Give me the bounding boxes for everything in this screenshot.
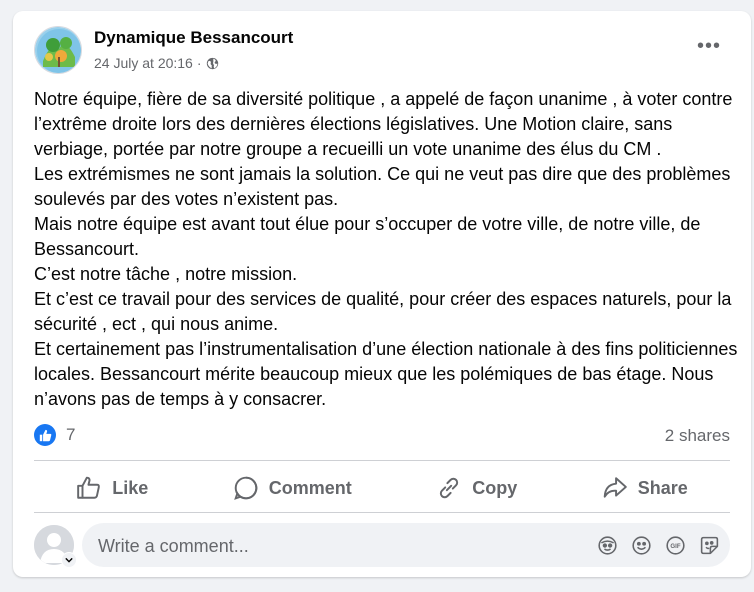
share-arrow-icon — [602, 475, 628, 501]
divider — [34, 512, 730, 513]
reaction-count: 7 — [66, 425, 76, 444]
more-options-icon[interactable]: ••• — [695, 35, 723, 57]
post-meta: 24 July at 20:16 · — [94, 55, 219, 71]
meta-separator: · — [196, 55, 202, 71]
like-button[interactable]: Like — [64, 469, 160, 507]
comment-label: Comment — [268, 477, 352, 498]
divider — [34, 460, 730, 461]
svg-text:GIF: GIF — [670, 543, 680, 550]
comment-icon — [233, 475, 259, 501]
page-avatar[interactable] — [34, 26, 82, 74]
post-card: Dynamique Bessancourt 24 July at 20:16 ·… — [13, 11, 751, 577]
page-name[interactable]: Dynamique Bessancourt — [94, 28, 293, 48]
emoji-icon[interactable] — [630, 534, 652, 556]
post-text: Notre équipe, fière de sa diversité poli… — [34, 89, 738, 409]
shares-count[interactable]: 2 shares — [665, 426, 730, 446]
avatar-sticker-icon[interactable] — [596, 534, 618, 556]
chevron-down-icon[interactable] — [61, 552, 77, 568]
comment-composer: GIF — [34, 523, 730, 569]
sticker-icon[interactable] — [698, 534, 720, 556]
copy-label: Copy — [472, 477, 518, 498]
post-timestamp[interactable]: 24 July at 20:16 — [94, 55, 193, 71]
comment-box: GIF — [82, 523, 730, 569]
globe-icon — [206, 57, 219, 70]
like-reaction-icon — [34, 424, 56, 446]
share-label: Share — [637, 477, 688, 498]
like-label: Like — [112, 477, 149, 498]
copy-button[interactable]: Copy — [424, 469, 529, 507]
gif-icon[interactable]: GIF — [664, 534, 686, 556]
reaction-summary[interactable]: 7 — [34, 424, 75, 446]
link-icon — [436, 475, 462, 501]
comment-button[interactable]: Comment — [221, 469, 364, 507]
thumbs-up-icon — [76, 475, 102, 501]
comment-input[interactable] — [96, 523, 580, 569]
share-button[interactable]: Share — [590, 469, 700, 507]
post-actions: Like Comment Copy Share — [34, 466, 730, 510]
comment-tools: GIF — [596, 534, 720, 556]
